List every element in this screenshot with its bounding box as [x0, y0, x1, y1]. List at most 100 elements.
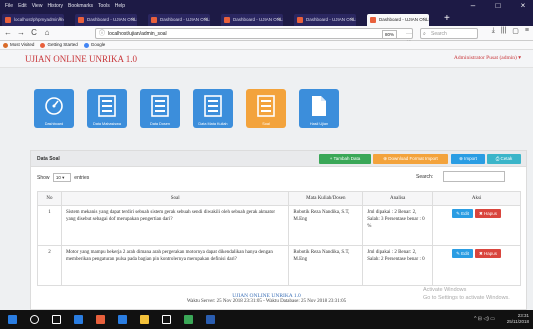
- edge-icon[interactable]: [74, 315, 83, 324]
- bookmark-item[interactable]: Getting Started: [40, 42, 78, 48]
- explorer-icon[interactable]: [140, 315, 149, 324]
- close-tab-icon[interactable]: ×: [350, 14, 354, 26]
- home-button[interactable]: ⌂: [42, 27, 52, 39]
- maximize-button[interactable]: □: [489, 0, 507, 12]
- gauge-icon: [45, 97, 63, 115]
- col-analisa[interactable]: Analisa: [362, 191, 434, 206]
- menu-item[interactable]: File: [5, 3, 13, 9]
- browser-tab[interactable]: Dashboard - UJIAN ONLINE U×: [148, 14, 210, 26]
- library-icon[interactable]: |||: [501, 27, 506, 35]
- show-label: Show: [37, 174, 50, 181]
- panel-header: Data Soal + Tambah Data ⊕ Download Forma…: [31, 151, 526, 167]
- tile-data-mata-kuliah[interactable]: Data Mata Kuliah: [193, 89, 233, 128]
- tile-data-dosen[interactable]: Data Dosen: [140, 89, 180, 128]
- clock[interactable]: 23:31 25/11/2018: [507, 313, 529, 325]
- tile-label: Data Mahasiswa: [92, 122, 122, 126]
- close-tab-icon[interactable]: ×: [58, 14, 62, 26]
- reload-button[interactable]: C: [29, 27, 39, 39]
- url-bar[interactable]: ⓘ localhost/ujian/admin_soal 80% ··· ♡ ☆: [95, 28, 413, 57]
- close-tab-icon[interactable]: ×: [423, 14, 427, 26]
- entries-label: entries: [74, 174, 90, 181]
- edit-button[interactable]: ✎ Edit: [452, 249, 473, 258]
- col-no[interactable]: No: [37, 191, 62, 206]
- tray-icons[interactable]: ^ ⊟ ◁) ▭: [474, 316, 495, 322]
- close-tab-icon[interactable]: ×: [204, 14, 208, 26]
- tab-bar: localhost/phpmyadmin/inde × Dashboard - UJ…: [0, 12, 533, 26]
- tab-favicon-icon: [151, 17, 157, 23]
- delete-button[interactable]: ✖ Hapus: [474, 209, 501, 218]
- table-search-input[interactable]: [443, 171, 505, 182]
- panel-title: Data Soal: [37, 156, 60, 162]
- table-row: 2 Motor yang mampu bekerja 2 arah dimana …: [37, 245, 521, 286]
- back-button[interactable]: ←: [3, 27, 13, 39]
- import-button[interactable]: ⊕ Import: [451, 154, 485, 164]
- tab-favicon-icon: [297, 17, 303, 23]
- browser-tab[interactable]: Dashboard - UJIAN ONLINE U×: [221, 14, 283, 26]
- forward-button[interactable]: →: [16, 27, 26, 39]
- tab-favicon-icon: [370, 17, 376, 23]
- cell-analisa: Jml dipakai : 2 Benar: 2, Salah: 3 Perse…: [362, 205, 434, 246]
- entries-control: Show 10 ▾ entries: [37, 173, 89, 182]
- app-icon[interactable]: [162, 315, 171, 324]
- browser-tab[interactable]: localhost/phpmyadmin/inde ×: [2, 14, 64, 26]
- menu-item[interactable]: Tools: [98, 3, 110, 9]
- bookmark-item[interactable]: Most Visited: [3, 42, 34, 48]
- menu-item[interactable]: View: [32, 3, 43, 9]
- bookmarks-bar: Most Visited Getting Started Google: [0, 41, 533, 50]
- menu-item[interactable]: Help: [115, 3, 125, 9]
- table-search-label: Search:: [416, 174, 434, 180]
- delete-button[interactable]: ✖ Hapus: [474, 249, 501, 258]
- tab-label: Dashboard - UJIAN ONLINE U: [160, 17, 210, 22]
- download-icon[interactable]: ⤓: [492, 27, 495, 35]
- add-data-button[interactable]: + Tambah Data: [319, 154, 371, 164]
- cell-soal: Sistem mekanis yang dapat terdiri sebuah…: [60, 205, 290, 246]
- menu-item[interactable]: Bookmarks: [68, 3, 93, 9]
- tab-favicon-icon: [224, 17, 230, 23]
- table-header-row: No Soal Mata Kuliah/Dosen Analisa Aksi: [37, 191, 521, 206]
- word-icon[interactable]: [206, 315, 215, 324]
- chrome-icon[interactable]: [184, 315, 193, 324]
- firefox-icon[interactable]: [96, 315, 105, 324]
- search-icon[interactable]: [30, 315, 39, 324]
- col-soal[interactable]: Soal: [60, 191, 290, 206]
- menu-icon[interactable]: ≡: [525, 27, 529, 35]
- tab-label: Dashboard - UJIAN ONLINE U: [306, 17, 356, 22]
- print-button[interactable]: ⎙ Cetak: [487, 154, 521, 164]
- close-window-button[interactable]: ×: [514, 0, 532, 12]
- entries-value: 10: [55, 175, 61, 180]
- info-icon[interactable]: ⓘ: [99, 29, 105, 39]
- bookmark-item[interactable]: Google: [83, 42, 105, 48]
- edit-button[interactable]: ✎ Edit: [452, 209, 473, 218]
- new-tab-button[interactable]: +: [444, 13, 450, 24]
- close-tab-icon[interactable]: ×: [277, 14, 281, 26]
- activate-windows-watermark: Activate Windows Go to Settings to activ…: [423, 286, 510, 302]
- task-view-icon[interactable]: [52, 315, 61, 324]
- browser-tab[interactable]: Dashboard - UJIAN ONLINE U×: [75, 14, 137, 26]
- tab-label: Dashboard - UJIAN ONLINE U: [87, 17, 137, 22]
- tile-hasil-ujian[interactable]: Hasil Ujian: [299, 89, 339, 128]
- tab-label: Dashboard - UJIAN ONLINE U: [379, 17, 429, 22]
- zoom-indicator[interactable]: 80%: [382, 30, 398, 39]
- list-icon: [98, 95, 116, 117]
- tile-label: Dashboard: [44, 122, 64, 126]
- browser-search-input[interactable]: ⌕ Search: [420, 28, 478, 39]
- download-format-button[interactable]: ⊕ Download Format Import: [373, 154, 448, 164]
- browser-tab[interactable]: Dashboard - UJIAN ONLINE U×: [294, 14, 356, 26]
- menu-item[interactable]: History: [47, 3, 63, 9]
- app-brand[interactable]: UJIAN ONLINE UNRIKA 1.0: [25, 54, 137, 64]
- menu-item[interactable]: Edit: [18, 3, 27, 9]
- store-icon[interactable]: [118, 315, 127, 324]
- soal-table: No Soal Mata Kuliah/Dosen Analisa Aksi 1…: [37, 191, 521, 286]
- sidebar-icon[interactable]: ▢: [512, 27, 519, 35]
- user-menu[interactable]: Administrator Pusat (admin) ▾: [454, 55, 521, 61]
- tab-favicon-icon: [5, 17, 11, 23]
- browser-tab[interactable]: Dashboard - UJIAN ONLINE U×: [367, 14, 429, 26]
- close-tab-icon[interactable]: ×: [131, 14, 135, 26]
- tile-data-mahasiswa[interactable]: Data Mahasiswa: [87, 89, 127, 128]
- col-mata-kuliah[interactable]: Mata Kuliah/Dosen: [288, 191, 364, 206]
- minimize-button[interactable]: –: [464, 0, 482, 12]
- entries-select[interactable]: 10 ▾: [52, 173, 71, 182]
- tile-dashboard[interactable]: Dashboard: [34, 89, 74, 128]
- windows-start-icon[interactable]: [8, 315, 17, 324]
- tile-soal[interactable]: Soal: [246, 89, 286, 128]
